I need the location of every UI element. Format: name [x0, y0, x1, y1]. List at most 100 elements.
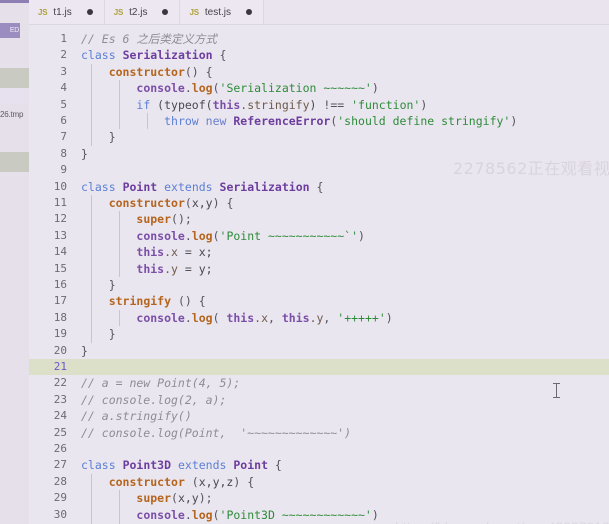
code-line[interactable]: 21	[29, 359, 609, 376]
code-token-obj: this	[226, 310, 255, 325]
editor-tab-t1-js[interactable]: JS t1.js	[29, 0, 105, 24]
code-token-prop: .x	[164, 245, 178, 260]
code-line[interactable]: 13 console.log('Point ~~~~~~~~~~~`')	[29, 227, 609, 245]
code-line[interactable]: 18 console.log( this.x, this.y, '+++++')	[29, 309, 609, 327]
line-number: 6	[60, 114, 67, 127]
code-token-punc: )	[371, 507, 379, 522]
code-token-kw: extends	[164, 179, 213, 194]
code-line[interactable]: 16 }	[29, 277, 609, 294]
code-line-text: console.log('Point ~~~~~~~~~~~`')	[81, 228, 365, 244]
code-token-obj: console	[136, 81, 185, 96]
line-number: 8	[60, 146, 67, 160]
code-line[interactable]: 10 class Point extends Serialization {	[29, 179, 609, 195]
code-line-text: class Serialization {	[81, 47, 226, 63]
code-token-punc: (	[212, 228, 220, 243]
code-token-prop: .x	[254, 310, 268, 325]
code-editor-area[interactable]: 32 }31 this.z = z;30 console.log('Point3…	[29, 25, 609, 524]
line-number: 13	[53, 228, 67, 242]
editor-tab-label: t1.js	[53, 6, 72, 18]
code-token-punc: .	[184, 81, 192, 96]
editor-tab-label: test.js	[204, 6, 231, 18]
code-token-punc: );	[198, 491, 213, 506]
code-line[interactable]: 24 // a.stringify()	[29, 408, 609, 424]
code-token-punc: .	[184, 228, 192, 243]
code-line[interactable]: 4 console.log('Serialization ~~~~~~')	[29, 80, 609, 97]
line-number: 28	[53, 474, 67, 488]
code-line[interactable]: 12 super();	[29, 211, 609, 228]
code-token-punc: ) {	[212, 196, 234, 210]
code-token-kw: if	[136, 97, 151, 112]
editor-tab-t2-js[interactable]: JS t2.js	[104, 0, 181, 24]
code-token-punc: .	[184, 507, 192, 522]
code-line[interactable]: 27 class Point3D extends Point {	[29, 457, 609, 473]
code-line[interactable]: 1 // Es 6 之后类定义方式	[29, 31, 609, 47]
code-line[interactable]: 5 if (typeof(this.stringify) !== 'functi…	[29, 96, 609, 113]
code-token-str: '+++++'	[337, 310, 386, 325]
tab-modified-indicator[interactable]	[86, 9, 93, 15]
code-line[interactable]: 28 constructor (x,y,z) {	[29, 473, 609, 491]
code-token-punc: }	[108, 327, 116, 342]
code-token-op: !==	[323, 97, 345, 112]
code-token-plain: typeof(	[164, 97, 213, 112]
code-line[interactable]: 7 }	[29, 129, 609, 146]
line-number: 11	[53, 196, 67, 209]
code-line[interactable]: 3 constructor() {	[29, 63, 609, 81]
background-window-row	[0, 88, 29, 104]
code-token-plain: (	[150, 97, 165, 112]
code-line[interactable]: 26	[29, 441, 609, 457]
code-token-fn: constructor	[108, 474, 185, 489]
background-window-row	[0, 68, 29, 88]
code-token-obj: console	[136, 310, 185, 325]
line-number: 19	[53, 327, 67, 341]
line-number: 18	[53, 310, 67, 324]
tab-modified-indicator[interactable]	[245, 9, 252, 15]
code-line[interactable]: 20}	[29, 343, 609, 359]
code-token-kw: throw	[164, 114, 199, 128]
tab-modified-indicator[interactable]	[162, 9, 169, 15]
code-token-punc: .	[184, 310, 192, 325]
code-line[interactable]: 30 console.log('Point3D ~~~~~~~~~~~~')	[29, 506, 609, 523]
code-line[interactable]: 25 // console.log(Point, '~~~~~~~~~~~~~')	[29, 425, 609, 441]
background-window[interactable]: ED 26.tmp	[0, 0, 29, 524]
code-token-punc: {	[268, 458, 282, 473]
code-token-str: 'Point ~~~~~~~~~~~`'	[219, 228, 358, 243]
code-token-plain: x,y	[177, 491, 199, 506]
code-token-comment: // console.log(2, a);	[81, 392, 227, 407]
code-line[interactable]: 19 }	[29, 326, 609, 343]
code-line-text: // console.log(Point, '~~~~~~~~~~~~~')	[81, 425, 351, 441]
line-number: 23	[53, 392, 67, 406]
code-token-str: 'Point3D ~~~~~~~~~~~~'	[219, 507, 372, 522]
code-line[interactable]: 11 constructor(x,y) {	[29, 195, 609, 212]
code-line[interactable]: 8}	[29, 146, 609, 162]
code-line[interactable]: 6 throw new ReferenceError('should defin…	[29, 113, 609, 130]
code-token-kw: extends	[177, 458, 227, 473]
code-token-fn: log	[191, 81, 213, 96]
editor-tab-test-js[interactable]: JS test.js	[180, 0, 264, 24]
code-line[interactable]: 2 class Serialization {	[29, 47, 609, 63]
line-number: 3	[60, 64, 67, 78]
code-token-cls: ReferenceError	[233, 114, 331, 128]
code-line[interactable]: 17 stringify () {	[29, 293, 609, 310]
line-number: 1	[60, 32, 67, 45]
code-token-punc: {	[309, 179, 324, 194]
code-token-punc: ();	[171, 212, 192, 227]
code-line[interactable]: 23 // console.log(2, a);	[29, 392, 609, 408]
code-token-plain: x;	[191, 245, 213, 260]
code-line[interactable]: 9	[29, 162, 609, 178]
code-token-punc: )	[510, 114, 518, 128]
code-line[interactable]: 29 super(x,y);	[29, 490, 609, 507]
code-token-punc: (	[212, 507, 220, 522]
code-line[interactable]: 14 this.x = x;	[29, 244, 609, 261]
line-number: 27	[53, 458, 67, 472]
code-line[interactable]: 15 this.y = y;	[29, 260, 609, 277]
code-token-obj: this	[136, 245, 165, 260]
code-line-text: throw new ReferenceError('should define …	[81, 113, 517, 129]
code-line[interactable]: 22 // a = new Point(4, 5);	[29, 375, 609, 391]
code-token-punc: () {	[171, 294, 206, 309]
